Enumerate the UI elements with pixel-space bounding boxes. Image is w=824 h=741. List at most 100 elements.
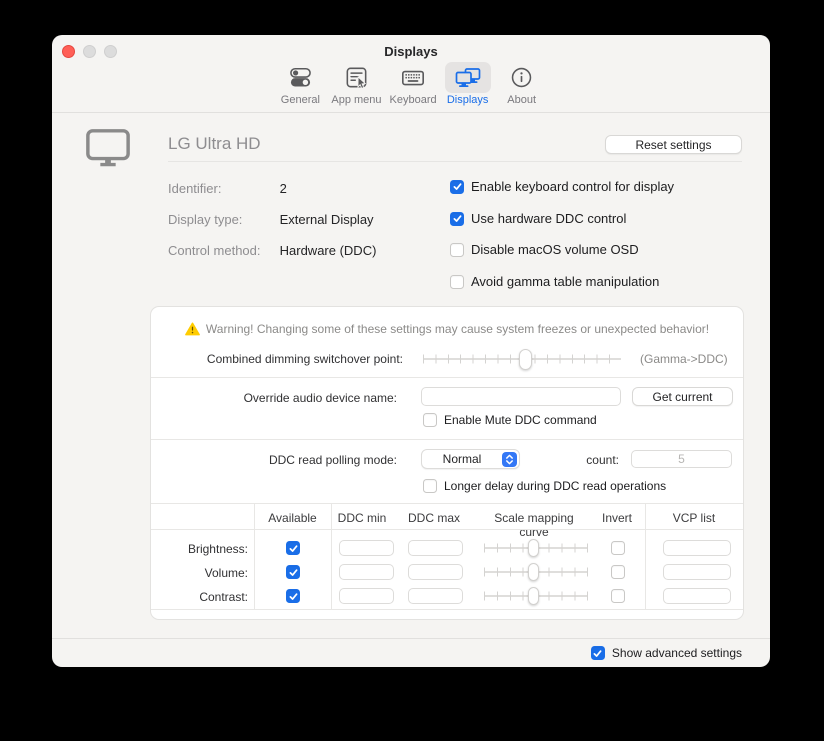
toggles-icon: [288, 65, 313, 90]
reset-settings-button[interactable]: Reset settings: [605, 135, 742, 154]
toolbar-label: About: [507, 94, 536, 106]
dimming-slider[interactable]: [423, 348, 621, 370]
toolbar-item-displays[interactable]: Displays: [445, 62, 491, 106]
brightness-curve-slider[interactable]: [484, 539, 588, 557]
info-value: External Display: [280, 212, 374, 227]
audio-device-name-input[interactable]: [421, 387, 621, 406]
checkbox-show-advanced[interactable]: [591, 646, 605, 660]
toolbar: General App menu: [52, 62, 770, 106]
toolbar-item-general[interactable]: General: [277, 62, 323, 106]
option-label: Use hardware DDC control: [471, 211, 626, 226]
titlebar: Displays General: [52, 35, 770, 113]
dimming-suffix: (Gamma->DDC): [640, 352, 728, 366]
show-advanced-row: Show advanced settings: [591, 646, 742, 660]
warning-row: Warning! Changing some of these settings…: [151, 322, 743, 336]
warning-text: Warning! Changing some of these settings…: [206, 322, 709, 336]
divider: [151, 609, 743, 610]
col-header-ddc-min: DDC min: [331, 511, 393, 525]
toolbar-item-keyboard[interactable]: Keyboard: [390, 62, 437, 106]
info-row-control-method: Control method: Hardware (DDC): [168, 243, 376, 259]
option-label: Disable macOS volume OSD: [471, 242, 639, 257]
checkbox-contrast-invert[interactable]: [611, 589, 625, 603]
longer-delay-row: Longer delay during DDC read operations: [423, 479, 666, 493]
divider: [254, 503, 255, 609]
volume-vcp-input[interactable]: [663, 564, 731, 580]
toolbar-label: App menu: [331, 94, 381, 106]
col-header-curve: Scale mapping curve: [481, 511, 587, 539]
divider: [151, 503, 743, 504]
polling-mode-label: DDC read polling mode:: [151, 453, 397, 467]
divider: [151, 377, 743, 378]
toolbar-item-app-menu[interactable]: App menu: [331, 62, 381, 106]
option-label: Enable keyboard control for display: [471, 179, 674, 194]
displays-window: Displays General: [52, 35, 770, 667]
display-name: LG Ultra HD: [168, 134, 261, 154]
longer-delay-label: Longer delay during DDC read operations: [444, 479, 666, 493]
polling-mode-dropdown[interactable]: Normal: [421, 449, 520, 469]
option-ddc-control: Use hardware DDC control: [450, 211, 626, 226]
option-volume-osd: Disable macOS volume OSD: [450, 242, 639, 257]
checkbox-volume-osd[interactable]: [450, 243, 464, 257]
contrast-ddc-max-input[interactable]: [408, 588, 463, 604]
displays-icon: [454, 65, 482, 91]
info-value: Hardware (DDC): [280, 243, 377, 258]
col-header-invert: Invert: [592, 511, 642, 525]
option-gamma-table: Avoid gamma table manipulation: [450, 274, 659, 289]
col-header-vcp: VCP list: [645, 511, 743, 525]
info-row-display-type: Display type: External Display: [168, 212, 374, 228]
brightness-ddc-min-input[interactable]: [339, 540, 394, 556]
toolbar-item-about[interactable]: About: [499, 62, 545, 106]
stepper-icon: [502, 452, 517, 467]
brightness-ddc-max-input[interactable]: [408, 540, 463, 556]
window-title: Displays: [52, 44, 770, 59]
divider: [645, 503, 646, 609]
info-row-identifier: Identifier: 2: [168, 181, 287, 197]
checkbox-volume-invert[interactable]: [611, 565, 625, 579]
slider-knob[interactable]: [528, 563, 539, 581]
mute-ddc-row: Enable Mute DDC command: [423, 413, 597, 427]
checkbox-gamma-table[interactable]: [450, 275, 464, 289]
advanced-settings-panel: Warning! Changing some of these settings…: [150, 306, 744, 620]
monitor-icon: [85, 126, 131, 177]
checkbox-brightness-invert[interactable]: [611, 541, 625, 555]
volume-ddc-min-input[interactable]: [339, 564, 394, 580]
toolbar-label: General: [281, 94, 320, 106]
volume-ddc-max-input[interactable]: [408, 564, 463, 580]
checkbox-brightness-available[interactable]: [286, 541, 300, 555]
slider-knob[interactable]: [528, 587, 539, 605]
divider: [151, 439, 743, 440]
toolbar-label: Keyboard: [390, 94, 437, 106]
contrast-vcp-input[interactable]: [663, 588, 731, 604]
count-label: count:: [531, 453, 619, 467]
slider-knob[interactable]: [528, 539, 539, 557]
divider: [151, 529, 743, 530]
get-current-button[interactable]: Get current: [632, 387, 733, 406]
checkbox-keyboard-control[interactable]: [450, 180, 464, 194]
row-label-contrast: Contrast:: [151, 590, 248, 604]
checkbox-ddc-control[interactable]: [450, 212, 464, 226]
row-label-brightness: Brightness:: [151, 542, 248, 556]
option-label: Avoid gamma table manipulation: [471, 274, 659, 289]
checkbox-contrast-available[interactable]: [286, 589, 300, 603]
checkbox-volume-available[interactable]: [286, 565, 300, 579]
dimming-label: Combined dimming switchover point:: [151, 352, 403, 366]
contrast-curve-slider[interactable]: [484, 587, 588, 605]
warning-icon: [185, 322, 200, 336]
info-value: 2: [280, 181, 287, 196]
contrast-ddc-min-input[interactable]: [339, 588, 394, 604]
volume-curve-slider[interactable]: [484, 563, 588, 581]
divider: [52, 638, 770, 639]
slider-knob[interactable]: [519, 349, 532, 370]
checkbox-mute-ddc[interactable]: [423, 413, 437, 427]
checkbox-longer-delay[interactable]: [423, 479, 437, 493]
divider: [168, 161, 742, 162]
toolbar-label: Displays: [447, 94, 489, 106]
count-input[interactable]: [631, 450, 732, 468]
audio-label: Override audio device name:: [151, 391, 397, 405]
col-header-available: Available: [254, 511, 331, 525]
col-header-ddc-max: DDC max: [403, 511, 465, 525]
brightness-vcp-input[interactable]: [663, 540, 731, 556]
keyboard-icon: [400, 65, 426, 91]
dropdown-value: Normal: [422, 452, 502, 466]
info-label: Identifier:: [168, 181, 276, 196]
